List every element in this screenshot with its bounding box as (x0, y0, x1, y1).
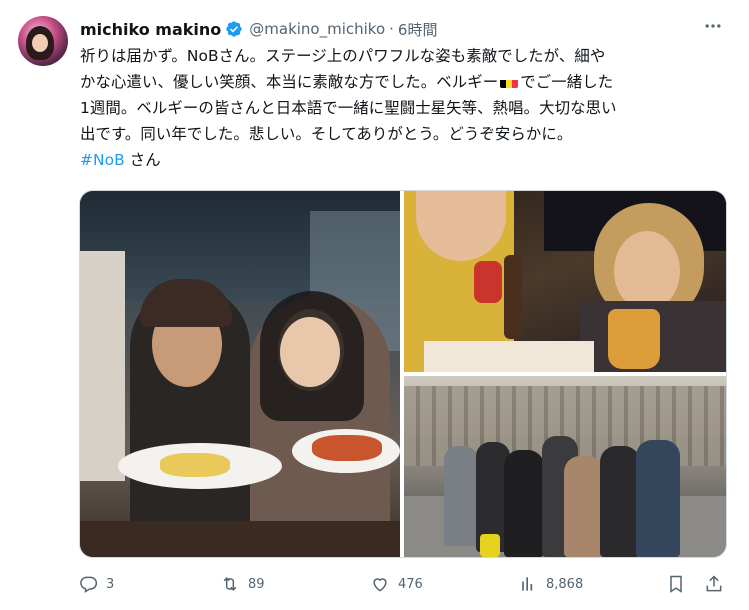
share-icon (706, 575, 722, 592)
media-grid (79, 190, 727, 558)
tweet-text: 祈りは届かず。NoBさん。ステージ上のパワフルな姿も素敵でしたが、細や かな心遣… (80, 43, 730, 173)
like-count: 476 (398, 576, 423, 592)
author-handle[interactable]: @makino_michiko (249, 20, 385, 38)
tweet-text-line: 1週間。ベルギーの皆さんと日本語で一緒に聖闘士星矢等、熱唱。大切な思い (80, 99, 617, 117)
views-count: 8,868 (546, 576, 584, 592)
verified-badge-icon (226, 21, 242, 37)
retweet-icon (223, 577, 237, 591)
tweet-timestamp[interactable]: 6時間 (398, 19, 438, 40)
bookmark-icon (670, 575, 682, 593)
views-icon (522, 577, 533, 591)
tweet-actions: 3 89 476 8,868 (78, 570, 728, 598)
more-options-icon[interactable] (699, 14, 727, 38)
like-icon (373, 578, 387, 592)
photo-selfie[interactable] (404, 191, 726, 372)
photo-restaurant[interactable] (80, 191, 400, 557)
bookmark-button[interactable] (666, 570, 686, 598)
header-separator: · (389, 20, 394, 38)
tweet-text-line: かな心遣い、優しい笑顔、本当に素敵な方でした。ベルギー でご一緒した (80, 73, 614, 91)
author-name[interactable]: michiko makino (80, 20, 221, 39)
views-button[interactable]: 8,868 (518, 570, 583, 598)
tweet-text-line: #NoB さん (80, 147, 730, 173)
author-avatar[interactable] (18, 16, 68, 66)
hashtag-suffix: さん (124, 151, 161, 169)
share-button[interactable] (704, 570, 724, 598)
tweet-text-line: 出です。同い年でした。悲しい。そしてありがとう。どうぞ安らかに。 (80, 125, 573, 143)
hashtag-link[interactable]: #NoB (80, 151, 125, 169)
reply-icon (80, 576, 98, 593)
reply-button[interactable]: 3 (78, 570, 114, 598)
retweet-count: 89 (248, 576, 265, 592)
photo-group[interactable] (404, 376, 726, 557)
tweet-header: michiko makino @makino_michiko · 6時間 (80, 17, 437, 41)
tweet-text-line: 祈りは届かず。NoBさん。ステージ上のパワフルな姿も素敵でしたが、細や (80, 47, 606, 65)
retweet-button[interactable]: 89 (220, 570, 265, 598)
reply-count: 3 (106, 576, 115, 592)
belgium-flag-icon (500, 75, 519, 88)
like-button[interactable]: 476 (370, 570, 423, 598)
